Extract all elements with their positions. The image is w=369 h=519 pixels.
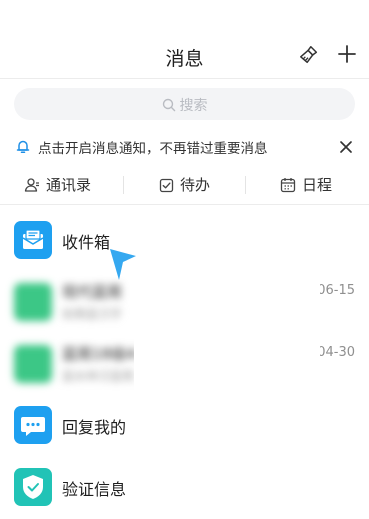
broom-icon[interactable] [298, 44, 320, 66]
tab-todo[interactable]: 待办 [159, 174, 210, 195]
tab-separator [123, 176, 124, 194]
search-placeholder: 搜索 [179, 98, 208, 114]
tab-todo-label: 待办 [180, 176, 211, 194]
conversation-date: 06-15 [317, 283, 355, 298]
search-icon [162, 98, 175, 112]
tab-separator [245, 176, 246, 194]
mail-icon [14, 221, 52, 259]
conversation-preview: 如南蓝汉字 [62, 307, 123, 321]
calendar-icon [280, 178, 296, 193]
notification-banner[interactable]: 点击开启消息通知，不再错过重要消息 [0, 130, 369, 162]
quick-tabs: 通讯录 待办 日程 [0, 170, 369, 200]
search-bar[interactable]: 搜索 [14, 88, 355, 120]
conversation-date: 04-30 [317, 345, 355, 360]
comment-icon [14, 406, 52, 444]
tab-calendar[interactable]: 日程 [280, 174, 332, 195]
notice-text: 点击开启消息通知，不再错过重要消息 [38, 141, 268, 157]
tab-contacts[interactable]: 通讯录 [24, 174, 91, 195]
conversation-preview: 蓝水林汉蓝周 [62, 369, 135, 383]
todo-icon [159, 178, 174, 193]
tab-contacts-label: 通讯录 [46, 176, 92, 194]
replies-label: 回复我的 [62, 418, 127, 437]
list-item-verification[interactable]: 验证信息 [0, 458, 369, 518]
occlusion-overlay [134, 256, 320, 408]
contacts-icon [24, 178, 39, 192]
group-avatar [14, 345, 52, 383]
shield-check-icon [14, 468, 52, 506]
add-icon[interactable] [335, 42, 359, 66]
header-divider [0, 78, 369, 79]
verification-label: 验证信息 [62, 480, 127, 499]
tabs-divider [0, 204, 369, 205]
bell-icon [16, 140, 30, 153]
header: 消息 [0, 34, 369, 78]
list-item-replies[interactable]: 回复我的 [0, 396, 369, 456]
tab-calendar-label: 日程 [302, 176, 333, 194]
group-avatar [14, 283, 52, 321]
inbox-label: 收件箱 [62, 233, 111, 252]
close-icon[interactable] [337, 138, 355, 156]
pointer-cursor-icon [110, 249, 136, 280]
